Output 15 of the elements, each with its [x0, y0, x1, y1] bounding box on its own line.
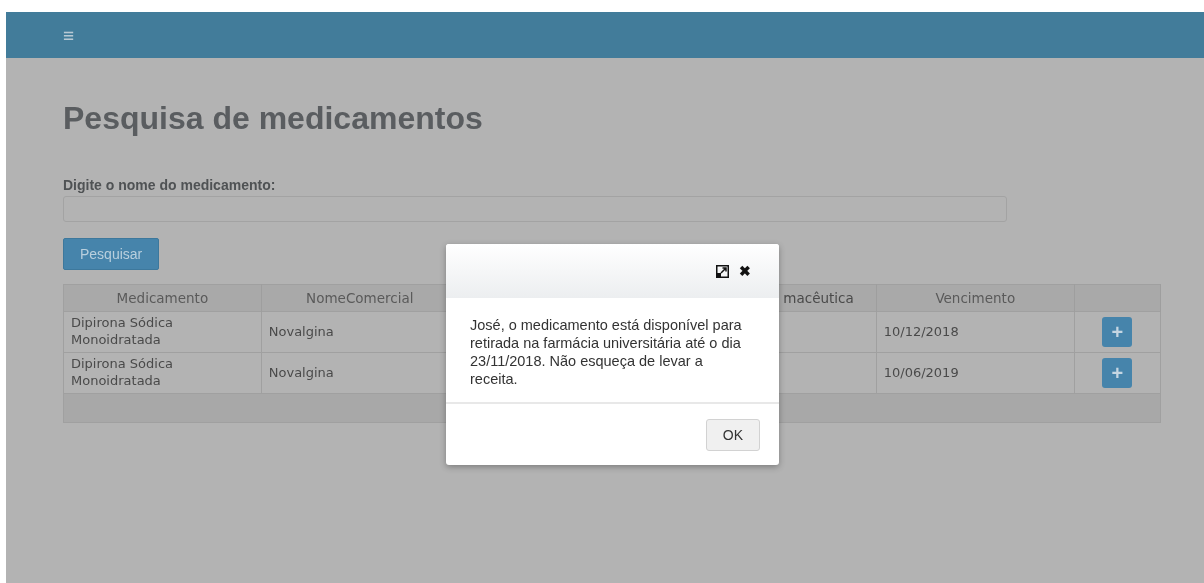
table-cell: Dipirona Sódica Monoidratada — [63, 352, 262, 394]
add-button[interactable]: + — [1102, 358, 1133, 388]
maximize-icon[interactable] — [716, 264, 729, 278]
table-cell: Dipirona Sódica Monoidratada — [63, 311, 262, 353]
close-button[interactable]: ✖ — [739, 263, 751, 279]
page-title: Pesquisa de medicamentos — [63, 100, 484, 137]
column-header: Medicamento — [63, 284, 262, 312]
search-button[interactable]: Pesquisar — [63, 238, 160, 270]
table-cell: 10/12/2018 — [876, 311, 1075, 353]
add-button[interactable]: + — [1102, 317, 1133, 347]
table-cell: 10/06/2019 — [876, 352, 1075, 394]
column-header: Vencimento — [876, 284, 1075, 312]
search-label: Digite o nome do medicamento: — [63, 177, 277, 193]
ok-button[interactable]: OK — [705, 418, 760, 451]
dialog-message: José, o medicamento está disponível para retirada na farmácia universitária até o dia 23/11/2018. Não esqueça de levar a receita. — [446, 298, 779, 404]
